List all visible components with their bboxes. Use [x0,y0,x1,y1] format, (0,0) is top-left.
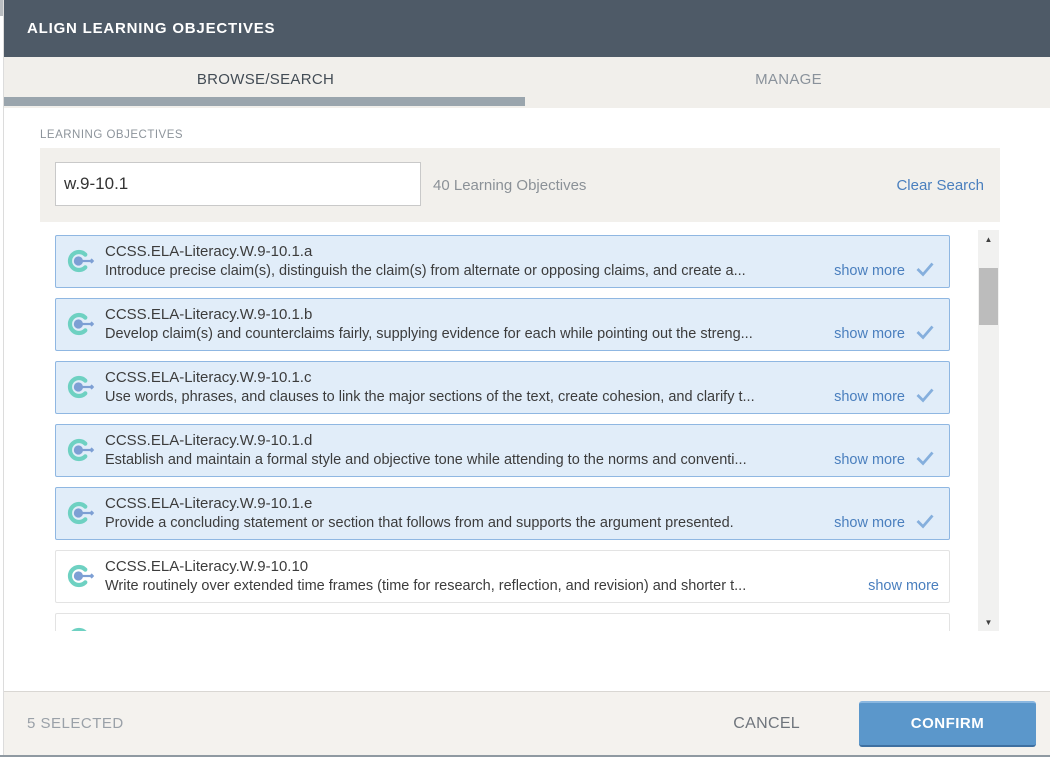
objective-text: CCSS.ELA-Literacy.W.9-10.1.a Introduce p… [105,242,949,282]
learning-objective-target-icon [66,374,97,401]
objective-row[interactable]: CCSS.ELA-Literacy.W.9-10.1.d Establish a… [55,424,950,477]
dialog-left-border [3,0,4,755]
objective-description: Establish and maintain a formal style an… [105,450,826,470]
show-more-link[interactable]: show more [868,578,939,594]
selected-check-icon [915,261,935,282]
objective-row[interactable]: CCSS.ELA-Literacy.W.9-10.1.b Develop cla… [55,298,950,351]
objective-code: CCSS.ELA-Literacy.W.9-10.1.a [105,242,939,261]
align-learning-objectives-dialog: ALIGN LEARNING OBJECTIVES BROWSE/SEARCH … [0,0,1050,759]
objective-code: CCSS.ELA-Literacy.W.9-10.1.b [105,305,939,324]
objective-description: Write routinely over extended time frame… [105,576,860,596]
learning-objective-target-icon [66,248,97,275]
tab-browse-search-label: BROWSE/SEARCH [197,71,334,88]
objective-text: ELA-Literacy.W.9-10.1b [105,630,949,631]
objective-text: CCSS.ELA-Literacy.W.9-10.1.e Provide a c… [105,494,949,534]
selected-check-icon [915,450,935,471]
objective-row[interactable]: CCSS.ELA-Literacy.W.9-10.1.c Use words, … [55,361,950,414]
objective-text: CCSS.ELA-Literacy.W.9-10.10 Write routin… [105,557,949,596]
learning-objective-target-icon [66,437,97,464]
objective-description: Use words, phrases, and clauses to link … [105,387,826,407]
clear-search-link[interactable]: Clear Search [896,148,984,222]
selected-check-icon [915,513,935,534]
show-more-link[interactable]: show more [834,389,905,405]
objective-second-line: Develop claim(s) and counterclaims fairl… [105,324,939,345]
learning-objectives-section-label: LEARNING OBJECTIVES [40,129,183,141]
objective-code: CCSS.ELA-Literacy.W.9-10.10 [105,557,939,576]
objective-code: CCSS.ELA-Literacy.W.9-10.1.e [105,494,939,513]
selected-check-icon [915,324,935,345]
cancel-button[interactable]: CANCEL [727,714,806,734]
objective-description: Develop claim(s) and counterclaims fairl… [105,324,826,344]
learning-objective-target-icon [66,563,97,590]
dialog-footer: 5 SELECTED CANCEL CONFIRM [4,692,1050,755]
list-scrollbar[interactable]: ▲ ▼ [978,230,999,631]
objective-code: ELA-Literacy.W.9-10.1b [105,630,939,631]
dialog-bottom-edge [0,755,1050,757]
search-input[interactable] [55,162,421,206]
learning-objective-target-icon [66,500,97,527]
objective-row[interactable]: CCSS.ELA-Literacy.W.9-10.1.a Introduce p… [55,235,950,288]
learning-objective-target-icon [66,311,97,338]
confirm-button[interactable]: CONFIRM [859,701,1036,747]
objective-second-line: Introduce precise claim(s), distinguish … [105,261,939,282]
active-tab-indicator [4,97,525,106]
selected-count-label: 5 SELECTED [4,715,124,732]
learning-objective-target-icon [66,626,97,631]
objective-text: CCSS.ELA-Literacy.W.9-10.1.d Establish a… [105,431,949,471]
scroll-up-arrow-icon[interactable]: ▲ [978,230,999,248]
search-panel: 40 Learning Objectives Clear Search [40,148,1000,222]
scrollbar-thumb[interactable] [979,268,998,325]
objective-second-line: Use words, phrases, and clauses to link … [105,387,939,408]
scroll-down-arrow-icon[interactable]: ▼ [978,613,999,631]
objective-description: Provide a concluding statement or sectio… [105,513,826,533]
tab-manage[interactable]: MANAGE [527,57,1050,108]
objective-description: Introduce precise claim(s), distinguish … [105,261,826,281]
objective-row[interactable]: ELA-Literacy.W.9-10.1b [55,613,950,631]
dialog-title: ALIGN LEARNING OBJECTIVES [4,20,275,37]
objective-row[interactable]: CCSS.ELA-Literacy.W.9-10.10 Write routin… [55,550,950,603]
objective-code: CCSS.ELA-Literacy.W.9-10.1.c [105,368,939,387]
objective-second-line: Establish and maintain a formal style an… [105,450,939,471]
result-count-label: 40 Learning Objectives [433,148,586,222]
objective-code: CCSS.ELA-Literacy.W.9-10.1.d [105,431,939,450]
tab-manage-label: MANAGE [755,71,822,88]
dialog-header: ALIGN LEARNING OBJECTIVES [4,0,1050,57]
show-more-link[interactable]: show more [834,515,905,531]
show-more-link[interactable]: show more [834,326,905,342]
objective-text: CCSS.ELA-Literacy.W.9-10.1.b Develop cla… [105,305,949,345]
objective-second-line: Write routinely over extended time frame… [105,576,939,596]
objectives-list: CCSS.ELA-Literacy.W.9-10.1.a Introduce p… [55,230,950,631]
selected-check-icon [915,387,935,408]
objective-row[interactable]: CCSS.ELA-Literacy.W.9-10.1.e Provide a c… [55,487,950,540]
objective-second-line: Provide a concluding statement or sectio… [105,513,939,534]
show-more-link[interactable]: show more [834,263,905,279]
show-more-link[interactable]: show more [834,452,905,468]
objective-text: CCSS.ELA-Literacy.W.9-10.1.c Use words, … [105,368,949,408]
